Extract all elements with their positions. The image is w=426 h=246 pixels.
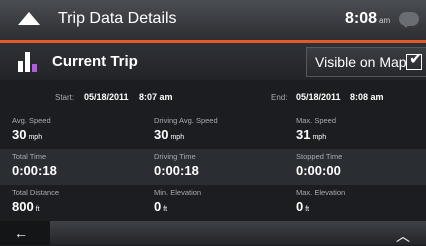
start-label: Start: [55,93,75,102]
stat-stopped-time: Stopped Time 0:00:00 [284,149,424,185]
stat-label: Avg. Speed [12,116,51,125]
chevron-up-icon: ︿ [396,228,410,244]
stat-value: 0 ft [154,199,168,214]
bottom-bar: ← ︿ [0,221,426,245]
stat-value: 30 mph [154,127,185,142]
end-date: 05/18/2011 [296,92,341,102]
stat-avg-speed: Avg. Speed 30 mph [0,113,140,149]
stat-value: 800 ft [12,199,40,214]
bottom-bar-center [50,221,376,245]
stats-row: Total Time 0:00:18 Driving Time 0:00:18 … [0,149,426,185]
stat-total-time: Total Time 0:00:18 [0,149,140,185]
more-button[interactable]: ︿ [376,221,426,245]
stat-max-speed: Max. Speed 31 mph [284,113,424,149]
back-button[interactable]: ← [0,221,50,245]
clock: 8:08 am [345,10,390,28]
stat-label: Driving Avg. Speed [154,116,218,125]
page-title: Trip Data Details [58,10,177,27]
start-time: 8:07 am [139,92,173,102]
visible-on-map-label: Visible on Map [315,54,407,70]
clock-time: 8:08 [345,10,378,27]
stat-value: 31 mph [296,127,327,142]
clock-ampm: am [379,16,391,25]
stat-driving-time: Driving Time 0:00:18 [142,149,282,185]
stat-label: Max. Speed [296,116,337,125]
stat-value: 0:00:18 [12,163,57,178]
stat-max-elevation: Max. Elevation 0 ft [284,185,424,221]
stat-label: Total Time [12,152,47,161]
stat-value: 0 ft [296,199,310,214]
date-row: Start: 05/18/2011 8:07 am End: 05/18/201… [0,83,426,113]
check-icon: ✔ [409,51,423,68]
trip-title: Current Trip [52,53,138,70]
stat-value: 0:00:18 [154,163,199,178]
stat-driving-avg-speed: Driving Avg. Speed 30 mph [142,113,282,149]
stat-label: Stopped Time [296,152,343,161]
visible-on-map-toggle[interactable]: Visible on Map ✔ [306,47,426,77]
stat-label: Max. Elevation [296,188,346,197]
stats-row: Avg. Speed 30 mph Driving Avg. Speed 30 mp… [0,113,426,149]
back-arrow-icon: ← [14,225,28,241]
visible-on-map-checkbox[interactable]: ✔ [406,51,422,70]
title-bar: Trip Data Details 8:08 am [0,0,426,40]
stat-value: 30 mph [12,127,43,142]
stat-label: Min. Elevation [154,188,202,197]
stat-label: Driving Time [154,152,196,161]
trip-chart-icon [18,52,40,72]
up-triangle-icon[interactable] [18,12,40,25]
stat-min-elevation: Min. Elevation 0 ft [142,185,282,221]
stat-value: 0:00:00 [296,163,341,178]
start-date: 05/18/2011 [84,92,129,102]
stat-label: Total Distance [12,188,60,197]
stat-total-distance: Total Distance 800 ft [0,185,140,221]
end-label: End: [271,93,288,102]
stats-row: Total Distance 800 ft Min. Elevation 0 ft … [0,185,426,221]
end-time: 8:08 am [350,92,384,102]
message-icon[interactable] [399,12,419,28]
